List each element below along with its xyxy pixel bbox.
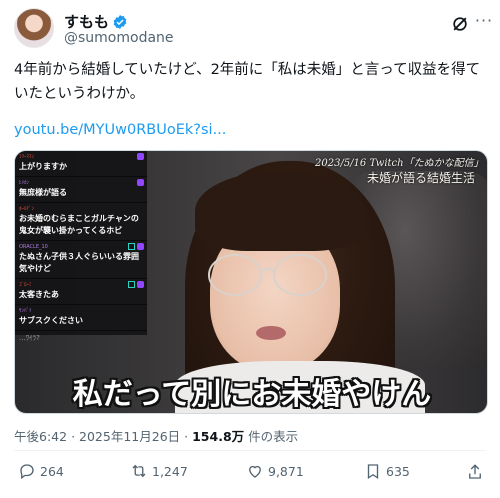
reply-button[interactable]: 264 bbox=[18, 462, 64, 480]
chat-more-text: ...ﾜｲﾗ? bbox=[19, 334, 40, 342]
chat-text: 無庶様が語る bbox=[19, 188, 67, 197]
bookmark-icon bbox=[367, 464, 379, 480]
chat-text: 太客きたあ bbox=[19, 290, 59, 299]
chat-message: ｺﾞﾛｰﾐ 太客きたあ bbox=[15, 279, 147, 305]
subscriber-badge-icon bbox=[137, 153, 144, 160]
grok-icon[interactable] bbox=[450, 14, 470, 34]
glasses-shape bbox=[208, 254, 327, 296]
video-date-caption: 2023/5/16 Twitch「たぬかな配信」 bbox=[315, 158, 484, 169]
moderator-badge-icon bbox=[128, 281, 135, 288]
like-button[interactable]: 9,871 bbox=[246, 462, 304, 480]
chat-username: ﾎｰﾙﾃﾞﾝ bbox=[19, 206, 35, 212]
meta-separator: · bbox=[71, 429, 76, 444]
share-icon[interactable] bbox=[466, 463, 484, 481]
video-thumbnail[interactable]: ﾌﾘｰﾏﾏﾝ 上がりますか ﾋﾒｶﾝ 無庶様が語る ﾎｰﾙﾃﾞﾝ お未婚のむらま… bbox=[14, 150, 488, 414]
bookmark-count: 635 bbox=[386, 463, 410, 479]
tweet-date[interactable]: 2025年11月26日 bbox=[79, 429, 180, 444]
tweet-link[interactable]: youtu.be/MYUw0RBUoEk?si... bbox=[14, 122, 226, 138]
subscriber-badge-icon bbox=[137, 179, 144, 186]
chat-message: ﾌﾘｰﾏﾏﾝ 上がりますか bbox=[15, 151, 147, 177]
moderator-badge-icon bbox=[128, 243, 135, 250]
reply-count: 264 bbox=[40, 463, 64, 479]
divider bbox=[14, 450, 486, 451]
chat-text: お未婚のむらまことガルチャンの鬼女が襲い掛かってくるホビ bbox=[19, 214, 139, 235]
subscriber-badge-icon bbox=[137, 243, 144, 250]
tweet-time[interactable]: 午後6:42 bbox=[14, 429, 67, 444]
subscriber-badge-icon bbox=[137, 281, 144, 288]
repost-button[interactable]: 1,247 bbox=[130, 462, 188, 480]
verified-badge-icon bbox=[113, 14, 127, 29]
stream-chat-overlay: ﾌﾘｰﾏﾏﾝ 上がりますか ﾋﾒｶﾝ 無庶様が語る ﾎｰﾙﾃﾞﾝ お未婚のむらま… bbox=[15, 151, 147, 342]
chat-message: ｻﾝﾊﾟｲ サブスクください bbox=[15, 305, 147, 331]
repost-icon bbox=[132, 464, 146, 478]
tweet-text: 4年前から結婚していたけど、2年前に「私は未婚」と言って収益を得ていたというわけ… bbox=[14, 62, 481, 102]
tweet-header: すもも @sumomodane ··· bbox=[14, 8, 492, 52]
chat-username: ｺﾞﾛｰﾐ bbox=[19, 282, 32, 288]
view-count-suffix: 件の表示 bbox=[248, 429, 299, 444]
chat-username: ﾌﾘｰﾏﾏﾝ bbox=[19, 154, 35, 160]
video-subtitle: 私だって別にお未婚やけん bbox=[72, 377, 432, 412]
view-count[interactable]: 154.8万 bbox=[192, 429, 244, 444]
heart-icon bbox=[249, 465, 261, 478]
author-display-name[interactable]: すもも bbox=[64, 11, 109, 32]
chat-username: ｻﾝﾊﾟｲ bbox=[19, 308, 32, 314]
tweet-meta: 午後6:42 · 2025年11月26日 · 154.8万 件の表示 bbox=[14, 426, 298, 445]
like-count: 9,871 bbox=[268, 463, 304, 479]
chat-message: ﾎｰﾙﾃﾞﾝ お未婚のむらまことガルチャンの鬼女が襲い掛かってくるホビ bbox=[15, 203, 147, 241]
chat-message: ORACLE_10 たぬさん子供３人ぐらいいる雰囲気やけど bbox=[15, 241, 147, 279]
video-title-caption: 未婚が語る結婚生活 bbox=[366, 171, 475, 185]
avatar[interactable] bbox=[14, 8, 54, 48]
chat-message: ﾋﾒｶﾝ 無庶様が語る bbox=[15, 177, 147, 203]
chat-text: サブスクください bbox=[19, 316, 83, 325]
chat-username: ORACLE_10 bbox=[19, 244, 48, 250]
action-bar: 264 1,247 9,871 635 bbox=[14, 462, 486, 486]
author-name-row: すもも bbox=[64, 11, 128, 32]
more-options-icon[interactable]: ··· bbox=[474, 13, 494, 34]
reply-icon bbox=[20, 464, 34, 480]
person-mouth bbox=[256, 326, 286, 340]
meta-separator: · bbox=[184, 429, 189, 444]
author-handle[interactable]: @sumomodane bbox=[64, 30, 174, 46]
chat-username: ﾋﾒｶﾝ bbox=[19, 180, 30, 186]
chat-text: 上がりますか bbox=[19, 162, 67, 171]
person-bangs bbox=[195, 171, 365, 251]
chat-text: たぬさん子供３人ぐらいいる雰囲気やけど bbox=[19, 252, 139, 273]
repost-count: 1,247 bbox=[152, 463, 188, 479]
bookmark-button[interactable]: 635 bbox=[364, 462, 410, 480]
